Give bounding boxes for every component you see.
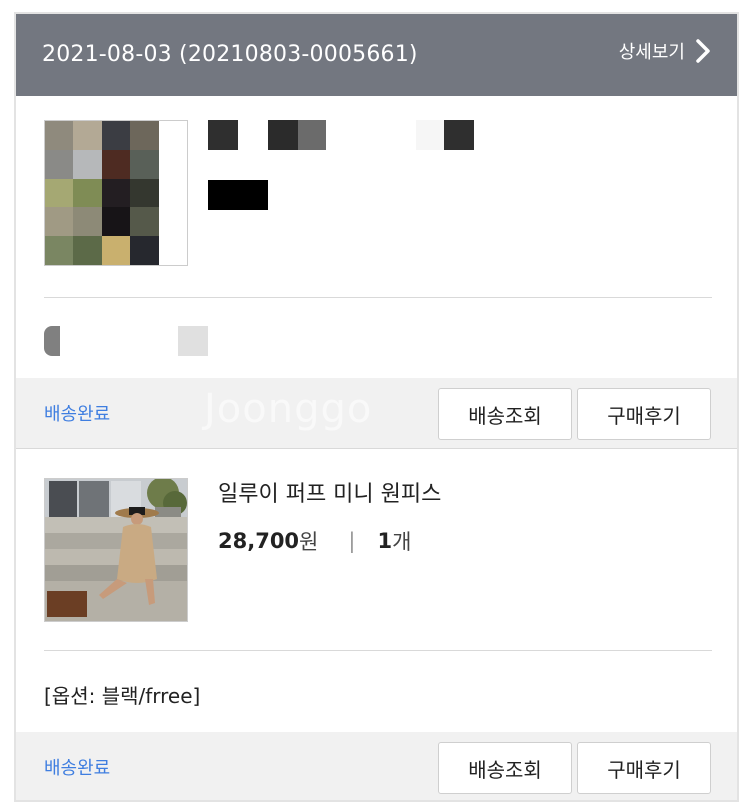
order-date-number: 2021-08-03 (20210803-0005661) [42,42,418,67]
write-review-button[interactable]: 구매후기 [577,388,711,440]
divider [44,650,712,651]
view-details-label: 상세보기 [618,42,685,63]
delivery-status: 배송완료 [44,404,111,425]
redacted-block [298,120,326,150]
write-review-button[interactable]: 구매후기 [577,742,711,794]
redacted-block [268,120,298,150]
track-delivery-button[interactable]: 배송조회 [438,388,572,440]
product-thumbnail-censored[interactable] [44,120,188,266]
price-unit: 원 [299,530,319,554]
product-price: 28,700 [218,529,300,553]
divider [16,448,737,449]
delivery-status: 배송완료 [44,758,111,779]
watermark: Joonggo [204,386,373,432]
order-card: 2021-08-03 (20210803-0005661) 상세보기 배송완료 … [14,12,739,802]
quantity-unit: 개 [392,530,412,554]
product-photo [45,479,187,621]
redacted-block [416,120,444,150]
divider [44,297,712,298]
price-quantity-row: 28,700 원 | 1 개 [218,526,411,556]
item-status-bar: 배송완료 배송조회 구매후기 [16,378,737,448]
mosaic-pixelation [45,121,187,265]
product-option: [옵션: 블랙/frree] [44,684,201,708]
view-details-link[interactable]: 상세보기 [619,38,711,64]
redacted-block [44,326,60,356]
redacted-block [208,180,268,210]
redacted-block [444,120,474,150]
product-quantity: 1 [377,529,393,553]
item-status-bar: 배송완료 배송조회 구매후기 [16,732,737,800]
chevron-right-icon [696,39,710,63]
separator: | [348,529,356,553]
product-name[interactable]: 일루이 퍼프 미니 원피스 [218,476,441,508]
track-delivery-button[interactable]: 배송조회 [438,742,572,794]
redacted-block [178,326,208,356]
redacted-block [208,120,238,150]
order-header: 2021-08-03 (20210803-0005661) 상세보기 [16,14,737,96]
product-thumbnail[interactable] [44,478,188,622]
